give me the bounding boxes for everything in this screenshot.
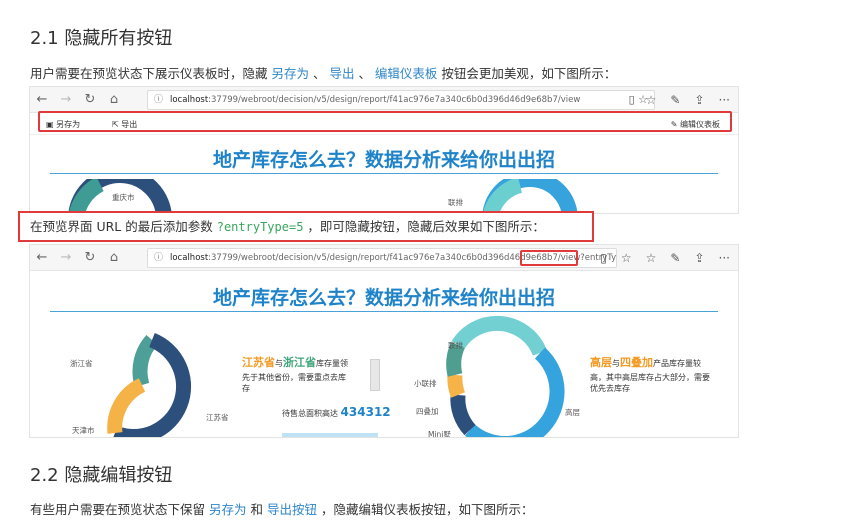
left-highlight-text: 江苏省与浙江省库存量领: [242, 356, 348, 369]
browser-screenshot-before: ← → ↻ ⌂ ⓘ localhost:37799/webroot/decisi…: [30, 87, 738, 213]
highlight-action-bar: [38, 111, 732, 132]
right-desc-line3: 优先去库存: [590, 384, 630, 393]
donut-left-tianjin: [107, 378, 146, 434]
donut-right-mini: [450, 394, 476, 436]
browser-right-tools: ☆ ✎ ⇪ ···: [646, 87, 730, 113]
share-icon[interactable]: ⇪: [694, 93, 704, 107]
favorites-icon[interactable]: ☆: [646, 93, 657, 107]
label-lianpai: 联排: [448, 198, 463, 207]
donut-right-sidiejia: [447, 374, 466, 398]
left-text-scrollbar[interactable]: [370, 359, 380, 391]
total-bar: [282, 433, 378, 437]
intro-paragraph: 用户需要在预览状态下展示仪表板时，隐藏 另存为 、 导出 、 编辑仪表板 按钮会…: [30, 66, 617, 81]
label-jiangsu: 江苏省: [206, 413, 229, 422]
title-rule: [50, 173, 718, 174]
label-zhejiang: 浙江省: [70, 359, 93, 368]
home-icon[interactable]: ⌂: [102, 92, 126, 107]
left-desc-line2: 先于其他省份，需要重点去库: [242, 373, 346, 382]
section2-paragraph: 有些用户需要在预览状态下保留 另存为 和 导出按钮 ，隐藏编辑仪表板按钮，如下图…: [30, 502, 534, 517]
label-gaoceng: 高层: [565, 408, 580, 417]
total-area-value: 434312: [340, 405, 391, 419]
forward-arrow-icon[interactable]: →: [54, 92, 78, 107]
link-export[interactable]: 导出: [329, 66, 354, 81]
donut-right-lianpai: [451, 315, 548, 356]
link-saveas[interactable]: 另存为: [271, 66, 309, 81]
info-icon: ⓘ: [154, 95, 164, 105]
label-xiaolianpai: 小联排: [414, 379, 437, 388]
address-bar[interactable]: ⓘ localhost:37799/webroot/decision/v5/de…: [147, 90, 655, 110]
link-saveas-2[interactable]: 另存为: [209, 502, 247, 517]
donut-right-gaoceng: [464, 347, 565, 437]
refresh-icon[interactable]: ↻: [78, 92, 102, 107]
section-heading-hide-edit: 2.2 隐藏编辑按钮: [30, 465, 173, 486]
donut-charts-partial: [68, 179, 578, 213]
browser-toolbar: ← → ↻ ⌂ ⓘ localhost:37799/webroot/decisi…: [30, 87, 738, 113]
section-heading-hide-all: 2.1 隐藏所有按钮: [30, 28, 173, 49]
url-param-note: 在预览界面 URL 的最后添加参数 ?entryType=5 ，即可隐藏按钮，隐…: [18, 211, 594, 242]
link-export-button[interactable]: 导出按钮: [267, 502, 317, 517]
right-desc-line2: 高，其中高层库存占大部分，需要: [590, 373, 710, 382]
right-highlight-text: 高层与四叠加产品库存量较: [590, 356, 701, 369]
left-desc-line3: 存: [242, 384, 250, 393]
label-lianpai: 联排: [448, 341, 463, 350]
link-edit-dashboard[interactable]: 编辑仪表板: [375, 66, 438, 81]
report-title: 地产库存怎么去？数据分析来给你出出招: [212, 149, 555, 171]
total-area: 待售总面积高达 434312: [282, 405, 391, 419]
more-icon[interactable]: ···: [719, 93, 730, 107]
label-tianjin: 天津市: [72, 426, 95, 435]
label-sidiejia: 四叠加: [416, 407, 439, 416]
browser-screenshot-after: ← → ↻ ⌂ ⓘ localhost:37799/webroot/decisi…: [30, 245, 738, 437]
pen-icon[interactable]: ✎: [670, 93, 680, 107]
back-arrow-icon[interactable]: ←: [30, 92, 54, 107]
param-code: ?entryType=5: [216, 220, 304, 234]
label-mini: Mini墅: [428, 430, 451, 437]
label-chongqing: 重庆市: [112, 193, 135, 202]
